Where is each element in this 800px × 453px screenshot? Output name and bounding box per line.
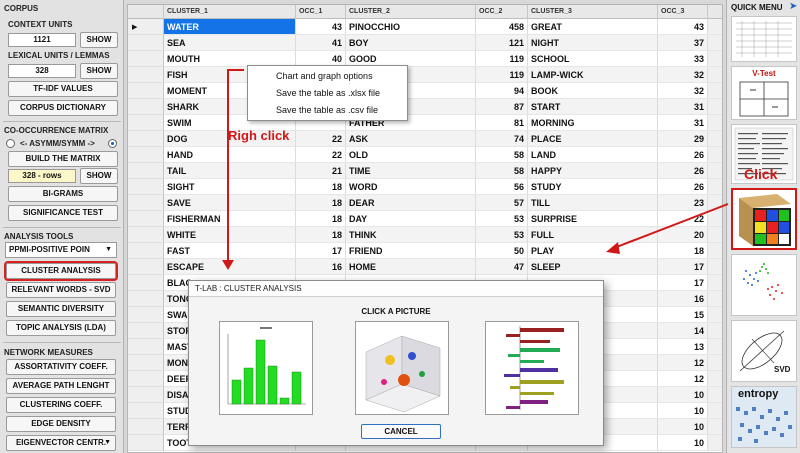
- right-click-arrow-line: [227, 69, 244, 262]
- click-arrowhead: [606, 242, 620, 254]
- right-click-arrowhead: [222, 260, 234, 270]
- annotation-arrows: [222, 69, 729, 270]
- click-arrow-line: [613, 203, 729, 249]
